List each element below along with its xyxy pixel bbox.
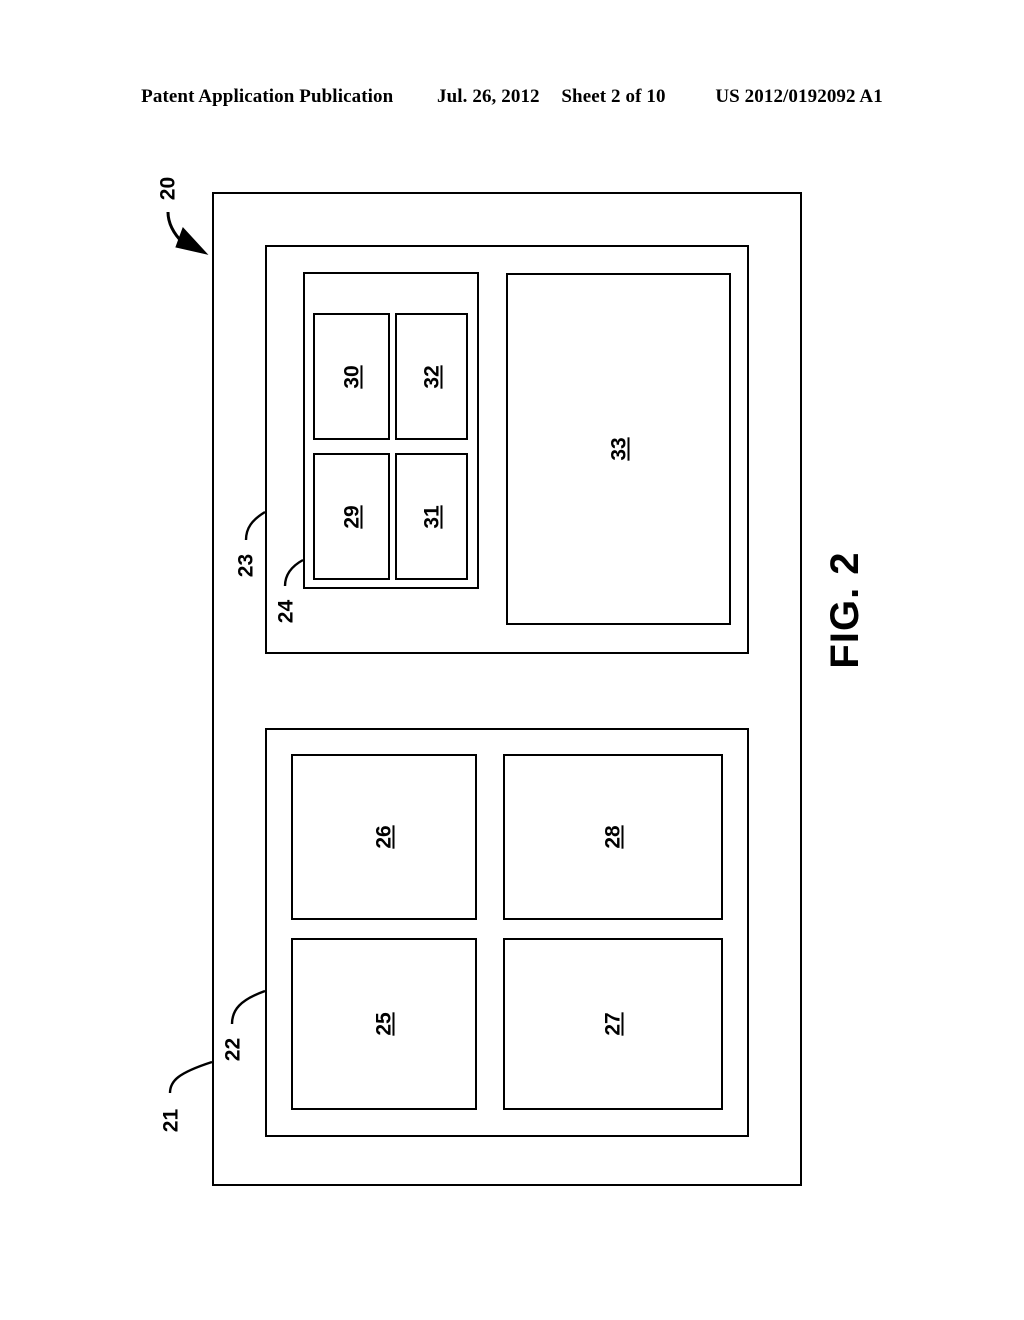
block-27: 27 bbox=[503, 938, 723, 1110]
leader-line-21 bbox=[168, 1060, 213, 1094]
block-28: 28 bbox=[503, 754, 723, 920]
block-26: 26 bbox=[291, 754, 477, 920]
leader-line-20 bbox=[166, 211, 185, 245]
block-31-label: 31 bbox=[420, 504, 443, 529]
block-25-label: 25 bbox=[372, 1012, 396, 1036]
block-30-label: 30 bbox=[340, 364, 363, 389]
block-33-label: 33 bbox=[607, 437, 630, 461]
block-26-label: 26 bbox=[372, 825, 396, 849]
patent-figure-drawing: 30 32 29 31 33 26 28 25 27 20 23 24 21 2… bbox=[0, 0, 1024, 1320]
block-29-label: 29 bbox=[340, 504, 363, 529]
arrowhead-20 bbox=[175, 227, 209, 255]
callout-label-20: 20 bbox=[156, 176, 180, 201]
block-33: 33 bbox=[506, 273, 731, 625]
callout-label-24: 24 bbox=[274, 599, 298, 624]
block-28-label: 28 bbox=[601, 825, 625, 849]
block-29: 29 bbox=[313, 453, 390, 580]
figure-caption: FIG. 2 bbox=[823, 551, 867, 669]
callout-label-21: 21 bbox=[159, 1108, 183, 1133]
block-31: 31 bbox=[395, 453, 468, 580]
block-32: 32 bbox=[395, 313, 468, 440]
block-25: 25 bbox=[291, 938, 477, 1110]
callout-label-22: 22 bbox=[221, 1037, 245, 1062]
block-30: 30 bbox=[313, 313, 390, 440]
block-27-label: 27 bbox=[601, 1012, 625, 1036]
block-32-label: 32 bbox=[420, 364, 443, 389]
callout-label-23: 23 bbox=[234, 553, 258, 578]
